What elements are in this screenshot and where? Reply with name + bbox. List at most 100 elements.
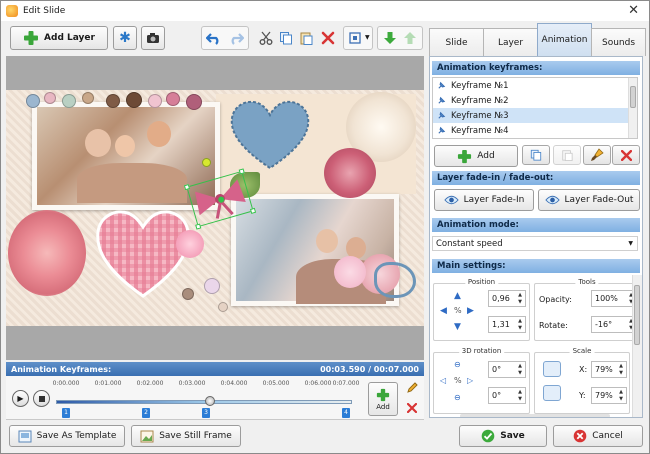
rotate-down-icon[interactable]: ⊖ xyxy=(454,393,461,402)
cut-icon[interactable] xyxy=(255,27,277,49)
pink-carnation-sticker[interactable] xyxy=(8,210,86,296)
denim-heart-sticker[interactable] xyxy=(230,100,310,170)
tick-label: 0:06.000 xyxy=(304,380,332,387)
position-x-input[interactable]: 0,96 ▲ ▼ xyxy=(488,290,526,307)
tab-layer[interactable]: Layer xyxy=(483,28,538,56)
add-keyframe-button[interactable]: Add xyxy=(368,382,398,416)
percent-icon[interactable]: % xyxy=(454,376,462,385)
percent-icon[interactable]: % xyxy=(454,306,462,315)
apply-brush-button[interactable] xyxy=(583,145,611,165)
arrow-up-icon[interactable]: ▲ xyxy=(454,291,461,301)
position-y-input[interactable]: 1,31 ▲ ▼ xyxy=(488,316,526,333)
spinner-arrows-icon[interactable]: ▲ ▼ xyxy=(516,292,524,306)
spinner-arrows-icon[interactable]: ▲ ▼ xyxy=(516,363,524,377)
arrow-left-icon[interactable]: ◀ xyxy=(440,306,447,316)
horizontal-scrollbar[interactable] xyxy=(460,414,610,417)
playhead[interactable] xyxy=(204,396,215,406)
list-item[interactable]: Keyframe №1 xyxy=(433,78,637,93)
check-icon xyxy=(481,429,495,443)
animation-mode-select[interactable]: Constant speed ▼ xyxy=(432,236,638,251)
spinner-arrows-icon[interactable]: ▲ ▼ xyxy=(617,363,625,377)
save-button[interactable]: Save xyxy=(459,425,547,447)
opacity-input[interactable]: 100% ▲ ▼ xyxy=(591,290,637,307)
rotate-left-icon[interactable]: ◁ xyxy=(440,376,446,385)
layer-fade-in-button[interactable]: Layer Fade-In xyxy=(434,189,534,211)
zoom-in-icon[interactable] xyxy=(543,361,561,377)
undo-icon[interactable] xyxy=(203,27,225,49)
blue-ribbon-sticker[interactable] xyxy=(374,262,416,298)
scale-x-label: X: xyxy=(579,365,588,374)
spinner-arrows-icon[interactable]: ▲ ▼ xyxy=(516,318,524,332)
redo-icon[interactable] xyxy=(225,27,247,49)
save-as-template-button[interactable]: Save As Template xyxy=(9,425,125,447)
pin-icon xyxy=(438,126,446,134)
scale-x-input[interactable]: 79% ▲ ▼ xyxy=(591,361,627,378)
close-icon[interactable]: ✕ xyxy=(628,3,639,18)
rotate-up-icon[interactable]: ⊖ xyxy=(454,360,461,369)
cancel-button[interactable]: Cancel xyxy=(553,425,643,447)
camera-button[interactable] xyxy=(141,26,165,50)
spinner-arrows-icon[interactable]: ▲ ▼ xyxy=(617,389,625,403)
tab-animation[interactable]: Animation xyxy=(537,23,592,56)
rotation-3d-y-input[interactable]: 0° ▲ ▼ xyxy=(488,387,526,404)
chevron-down-icon: ▼ xyxy=(628,240,633,247)
position-x-value: 0,96 xyxy=(492,294,510,303)
effects-button[interactable]: ✱ xyxy=(113,26,137,50)
add-keyframe-panel-button[interactable]: Add xyxy=(434,145,518,167)
slide-canvas[interactable] xyxy=(6,56,424,360)
arrow-down-icon[interactable]: ▼ xyxy=(454,322,461,332)
tab-sounds[interactable]: Sounds xyxy=(591,28,646,56)
main-settings-scrollbar[interactable] xyxy=(632,275,642,417)
keyframe-marker[interactable]: 1 xyxy=(62,408,70,418)
copy-icon[interactable] xyxy=(275,27,297,49)
pink-rose-sticker[interactable] xyxy=(324,148,376,198)
keyframe-list-scrollbar[interactable] xyxy=(628,78,637,138)
list-item[interactable]: Keyframe №2 xyxy=(433,93,637,108)
copy-keyframe-button[interactable] xyxy=(522,145,550,165)
arrow-right-icon[interactable]: ▶ xyxy=(467,306,474,316)
tab-slide[interactable]: Slide xyxy=(429,28,484,56)
play-button[interactable]: ▶ xyxy=(12,390,29,407)
scroll-thumb[interactable] xyxy=(634,285,640,345)
keyframe-marker[interactable]: 2 xyxy=(142,408,150,418)
save-still-frame-button[interactable]: Save Still Frame xyxy=(131,425,241,447)
rotation-3d-y-value: 0° xyxy=(492,391,502,400)
scale-y-input[interactable]: 79% ▲ ▼ xyxy=(591,387,627,404)
scroll-thumb[interactable] xyxy=(630,86,636,108)
keyframe-marker[interactable]: 3 xyxy=(202,408,210,418)
picture-icon xyxy=(140,430,154,442)
edit-keyframe-icon[interactable] xyxy=(403,380,421,396)
rotation-3d-label: 3D rotation xyxy=(458,347,505,355)
delete-icon[interactable] xyxy=(317,27,339,49)
play-icon: ▶ xyxy=(17,394,24,403)
small-flower-sticker[interactable] xyxy=(176,230,204,258)
paste-icon[interactable] xyxy=(295,27,317,49)
layer-fade-out-button[interactable]: Layer Fade-Out xyxy=(538,189,640,211)
rotation-handle[interactable] xyxy=(202,158,211,167)
gingham-heart-sticker[interactable] xyxy=(94,208,192,298)
paste-keyframe-button[interactable] xyxy=(553,145,581,165)
delete-keyframe-panel-button[interactable] xyxy=(612,145,640,165)
move-up-icon[interactable] xyxy=(399,27,421,49)
rotation-3d-x-input[interactable]: 0° ▲ ▼ xyxy=(488,361,526,378)
add-keyframe-panel-label: Add xyxy=(477,151,495,161)
balloon-sticker[interactable] xyxy=(334,256,366,288)
add-layer-label: Add Layer xyxy=(44,33,95,43)
add-keyframe-label: Add xyxy=(376,402,390,411)
stop-button[interactable] xyxy=(33,390,50,407)
slide-preview[interactable] xyxy=(6,90,424,326)
timeline-ruler[interactable]: 0:00.000 0:01.000 0:02.000 0:03.000 0:04… xyxy=(53,380,359,418)
move-down-icon[interactable] xyxy=(379,27,401,49)
rotate-right-icon[interactable]: ▷ xyxy=(467,376,473,385)
list-item[interactable]: Keyframe №4 xyxy=(433,123,637,138)
add-layer-button[interactable]: Add Layer xyxy=(10,26,108,50)
list-item-selected[interactable]: Keyframe №3 xyxy=(433,108,637,123)
keyframe-list[interactable]: Keyframe №1 Keyframe №2 Keyframe №3 Keyf… xyxy=(432,77,638,139)
zoom-out-icon[interactable] xyxy=(543,385,561,401)
rotate-input[interactable]: -16° ▲ ▼ xyxy=(591,316,637,333)
spinner-arrows-icon[interactable]: ▲ ▼ xyxy=(516,389,524,403)
delete-keyframe-icon[interactable] xyxy=(403,400,421,416)
keyframe-marker[interactable]: 4 xyxy=(342,408,350,418)
keyframe-label: Keyframe №3 xyxy=(451,110,509,121)
plus-icon xyxy=(23,30,39,46)
